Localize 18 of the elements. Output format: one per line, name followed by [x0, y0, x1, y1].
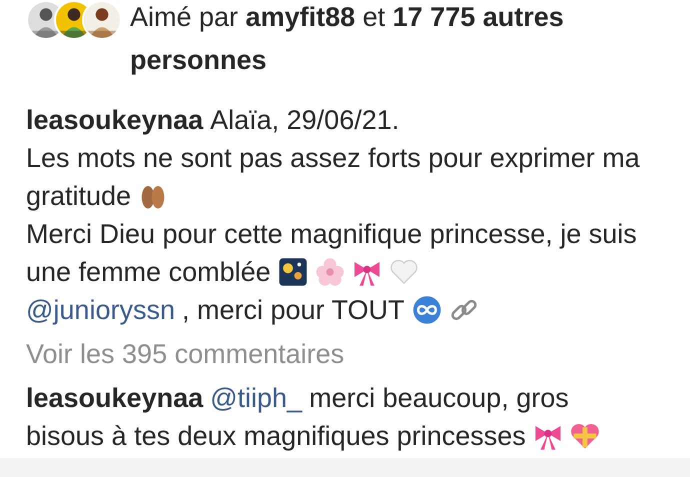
caption-text: Merci Dieu pour cette magnifique princesse, je suis [26, 218, 637, 251]
caption-text: une femme comblée [26, 256, 271, 289]
caption-text: merci beaucoup, gros [309, 382, 569, 415]
caption-text: gratitude [26, 180, 132, 213]
gift-heart-icon [570, 421, 600, 451]
blossom-icon [314, 257, 345, 287]
username[interactable]: leasoukeynaa [26, 381, 204, 415]
caption-text: bisous à tes deux magnifiques princesses [26, 420, 526, 453]
infinity-icon [412, 295, 442, 325]
username[interactable]: leasoukeynaa [26, 103, 204, 137]
caption-text: , merci pour TOUT [182, 294, 405, 327]
caption-text: Les mots ne sont pas assez forts pour exprimer ma [26, 142, 640, 175]
likes-text: Aimé par amyfit88 et 17 775 autres personnes [130, 1, 565, 77]
caption-text: Alaïa, 29/06/21. [210, 104, 400, 137]
heart-icon [388, 257, 419, 287]
mention-link[interactable]: @junioryssn [26, 293, 175, 327]
mention-link[interactable]: @tiiph_ [210, 381, 302, 415]
fireworks-icon [278, 257, 308, 287]
